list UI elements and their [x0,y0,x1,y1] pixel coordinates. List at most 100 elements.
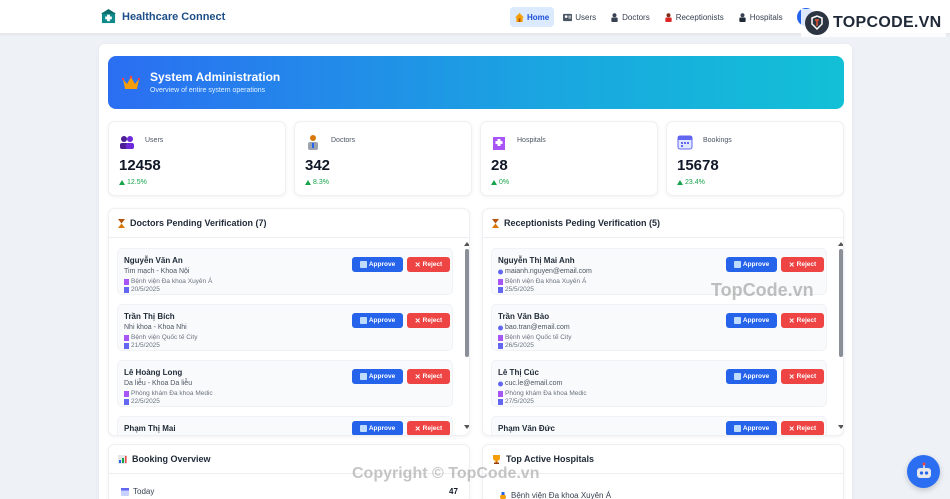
scrollbar-thumb[interactable] [465,249,469,357]
scroll-up-arrow[interactable] [838,242,843,246]
doctor-name: Phạm Thị Mai [124,424,176,433]
nav-doctors[interactable]: Doctors [605,7,655,27]
panel-header: Doctors Pending Verification (7) [109,209,469,238]
approve-button[interactable]: Approve [726,257,777,272]
panel-title: Receptionists Peding Verification (5) [504,218,661,228]
doctor-hospital-text: Bệnh viện Đa khoa Xuyên Á [131,278,213,285]
stat-label: Bookings [703,137,732,144]
approve-button[interactable]: Approve [726,313,777,328]
receptionist-date: 25/5/2025 [498,286,534,293]
doctor-hospital: Bệnh viện Đa khoa Xuyên Á [124,278,212,285]
stat-card-doctors: Doctors 342 8.3% [294,121,472,196]
watermark-logo-text: TOPCODE.VN [833,14,942,31]
check-icon [359,373,367,380]
approve-label: Approve [742,317,770,324]
check-icon [359,261,367,268]
calendar-icon [124,286,129,293]
email-icon [498,269,503,274]
stat-value: 342 [305,157,331,174]
approve-label: Approve [368,261,396,268]
hourglass-icon [118,218,125,228]
bar-chart-icon [118,454,127,464]
hospital-icon [498,278,503,285]
trend-up-icon [491,180,497,185]
check-icon [733,317,741,324]
nav-home[interactable]: Home [510,7,555,27]
receptionist-name: Phạm Văn Đức [498,424,555,433]
calendar-icon [498,286,503,293]
receptionist-email: cuc.le@email.com [498,380,562,387]
approve-button[interactable]: Approve [726,369,777,384]
brand[interactable]: Healthcare Connect [101,9,225,24]
chatbot-button[interactable] [907,455,940,488]
doctor-date-text: 21/5/2025 [131,342,160,349]
scroll-down-arrow[interactable] [838,425,843,429]
overview-row-label: Today [133,487,155,496]
receptionist-card: Lê Thị Cúc cuc.le@email.com Phòng khám Đ… [491,360,827,407]
reject-button[interactable]: ✕ Reject [407,257,450,272]
top-hospital-row[interactable]: Bệnh viện Đa khoa Xuyên Á [499,491,611,499]
nav-users[interactable]: Users [558,7,601,27]
doctor-name: Trần Thị Bích [124,312,175,321]
stat-value: 28 [491,157,508,174]
admin-banner: System Administration Overview of entire… [108,56,844,109]
stat-label: Doctors [331,137,356,144]
email-icon [498,325,503,330]
reject-label: Reject [796,425,817,432]
stat-trend: 8.3% [305,179,329,186]
reject-button[interactable]: ✕ Reject [781,313,824,328]
reject-button[interactable]: ✕ Reject [781,257,824,272]
receptionists-pending-panel: Receptionists Peding Verification (5) Ng… [482,208,844,436]
hospital-icon [498,390,503,397]
main-nav: Home Users Doctors Receptionists Hospita… [510,7,788,27]
crown-icon [122,75,140,89]
reject-button[interactable]: ✕ Reject [407,313,450,328]
doctor-card: Phạm Thị Mai Approve ✕ Reject [117,416,453,435]
scroll-down-arrow[interactable] [464,425,469,429]
reject-button[interactable]: ✕ Reject [407,369,450,384]
approve-button[interactable]: Approve [352,369,403,384]
scrollbar-thumb[interactable] [839,249,843,357]
receptionist-name: Lê Thị Cúc [498,368,539,377]
receptionist-email: bao.tran@email.com [498,324,570,331]
nav-hospitals[interactable]: Hospitals [733,7,788,27]
scroll-up-arrow[interactable] [464,242,469,246]
reject-label: Reject [422,373,443,380]
banner-title: System Administration [150,70,281,84]
top-hospital-name: Bệnh viện Đa khoa Xuyên Á [511,491,612,499]
reject-button[interactable]: ✕ Reject [407,421,450,435]
reject-label: Reject [422,317,443,324]
users-icon [120,136,134,149]
approve-button[interactable]: Approve [352,257,403,272]
reject-button[interactable]: ✕ Reject [781,369,824,384]
stat-trend: 12.5% [119,179,147,186]
close-icon: ✕ [788,317,795,325]
receptionist-hospital-text: Bệnh viện Quốc tế City [505,334,572,341]
reject-button[interactable]: ✕ Reject [781,421,824,435]
nav-receptionists[interactable]: Receptionists [659,7,729,27]
calendar-icon [121,487,129,496]
doctors-pending-panel: Doctors Pending Verification (7) Nguyễn … [108,208,470,436]
doctor-specialty: Da liễu - Khoa Da liễu [124,380,193,387]
receptionist-card: Phạm Văn Đức Approve ✕ Reject [491,416,827,435]
calendar-icon [498,342,503,349]
approve-button[interactable]: Approve [726,421,777,435]
hospital-icon [493,137,505,150]
receptionist-date-text: 25/5/2025 [505,286,534,293]
close-icon: ✕ [788,425,795,433]
receptionist-card: Trần Văn Bảo bao.tran@email.com Bệnh việ… [491,304,827,351]
doctor-hospital-text: Phòng khám Đa khoa Medic [131,390,213,397]
doctor-date-text: 22/5/2025 [131,398,160,405]
medal-icon [500,491,506,499]
trend-up-icon [677,180,683,185]
stat-trend-value: 23.4% [685,179,705,186]
approve-button[interactable]: Approve [352,313,403,328]
approve-label: Approve [742,373,770,380]
doctor-name: Nguyễn Văn An [124,256,183,265]
panel-title: Top Active Hospitals [506,454,595,464]
approve-label: Approve [368,425,396,432]
check-icon [733,373,741,380]
approve-button[interactable]: Approve [352,421,403,435]
calendar-icon [498,398,503,405]
doctor-date-text: 20/5/2025 [131,286,160,293]
